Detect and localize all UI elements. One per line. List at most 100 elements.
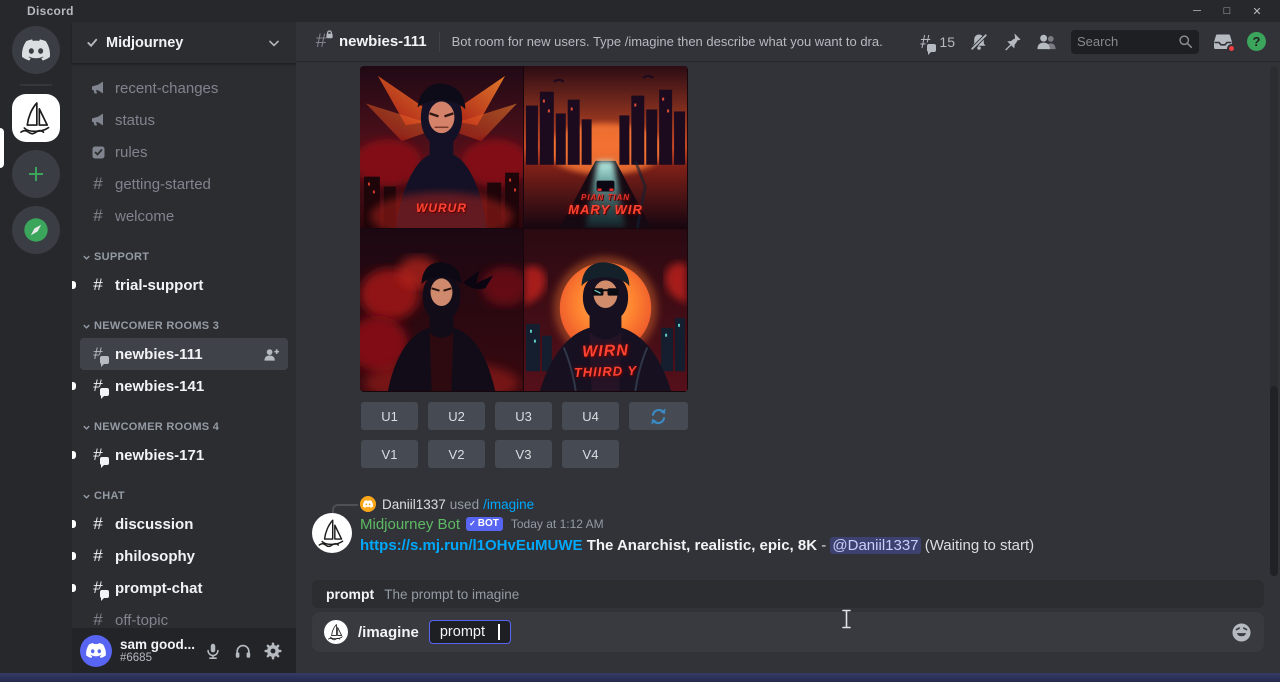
chat-scrollbar[interactable] bbox=[1270, 66, 1278, 576]
scrollbar-thumb[interactable] bbox=[1270, 386, 1278, 576]
variation-button-v4[interactable]: V4 bbox=[562, 440, 619, 468]
chat-column: # newbies-111 Bot room for new users. Ty… bbox=[296, 22, 1280, 673]
message-composer[interactable]: /imagine prompt bbox=[312, 612, 1264, 652]
channel-header: # newbies-111 Bot room for new users. Ty… bbox=[296, 22, 1280, 62]
user-mention[interactable]: @Daniil1337 bbox=[830, 537, 920, 554]
inbox-button[interactable] bbox=[1213, 32, 1233, 51]
help-button[interactable]: ? bbox=[1247, 32, 1266, 51]
channel-item-off-topic[interactable]: # off-topic bbox=[80, 604, 288, 628]
close-button[interactable]: ✕ bbox=[1244, 2, 1270, 20]
thread-count: 15 bbox=[939, 34, 955, 50]
user-info[interactable]: sam good... #6685 bbox=[120, 637, 196, 664]
message-author[interactable]: Midjourney Bot bbox=[360, 516, 460, 533]
username: sam good... bbox=[120, 637, 196, 652]
megaphone-icon bbox=[88, 110, 108, 130]
threads-button[interactable]: # 15 bbox=[915, 32, 955, 52]
os-taskbar[interactable] bbox=[0, 673, 1280, 682]
rail-divider bbox=[20, 84, 52, 86]
channel-item-getting-started[interactable]: # getting-started bbox=[80, 168, 288, 200]
hash-icon: # bbox=[88, 514, 108, 534]
reply-command[interactable]: /imagine bbox=[483, 497, 534, 512]
generated-image-tile-3[interactable] bbox=[360, 229, 523, 391]
user-discriminator: #6685 bbox=[120, 652, 196, 664]
category-support[interactable]: SUPPORT bbox=[72, 245, 296, 269]
search-bar[interactable] bbox=[1071, 30, 1199, 54]
category-chevron-icon bbox=[82, 492, 91, 501]
refresh-icon bbox=[649, 407, 668, 426]
category-newcomer-rooms-4[interactable]: NEWCOMER ROOMS 4 bbox=[72, 415, 296, 439]
channel-item-discussion[interactable]: # discussion bbox=[80, 508, 288, 540]
emoji-picker-button[interactable] bbox=[1231, 622, 1252, 643]
message-timestamp: Today at 1:12 AM bbox=[511, 517, 604, 531]
reply-username[interactable]: Daniil1337 bbox=[382, 497, 446, 512]
maximize-button[interactable]: □ bbox=[1214, 2, 1240, 20]
variation-button-v1[interactable]: V1 bbox=[361, 440, 418, 468]
server-header-dropdown[interactable]: Midjourney bbox=[72, 22, 296, 64]
channel-item-philosophy[interactable]: # philosophy bbox=[80, 540, 288, 572]
midjourney-image-grid[interactable]: WURUR bbox=[360, 66, 688, 392]
unread-indicator bbox=[72, 281, 76, 289]
channel-item-prompt-chat[interactable]: # prompt-chat bbox=[80, 572, 288, 604]
upscale-button-u3[interactable]: U3 bbox=[495, 402, 552, 430]
server-icon-midjourney[interactable] bbox=[12, 94, 60, 142]
thread-hash-icon: # bbox=[88, 445, 108, 465]
channel-item-newbies-171[interactable]: # newbies-171 bbox=[80, 439, 288, 471]
upscale-button-u2[interactable]: U2 bbox=[428, 402, 485, 430]
avatar[interactable] bbox=[312, 513, 352, 553]
deafen-button[interactable] bbox=[228, 636, 258, 666]
unread-indicator bbox=[72, 382, 76, 390]
compass-icon bbox=[23, 217, 49, 243]
variation-button-v2[interactable]: V2 bbox=[428, 440, 485, 468]
message-link[interactable]: https://s.mj.run/l1OHvEuMUWE bbox=[360, 537, 583, 554]
channel-item-newbies-111[interactable]: # newbies-111 bbox=[80, 338, 288, 370]
reroll-button[interactable] bbox=[629, 402, 688, 430]
headphones-icon bbox=[234, 642, 252, 660]
message-prompt-text: The Anarchist, realistic, epic, 8K bbox=[587, 537, 817, 554]
home-button[interactable] bbox=[12, 26, 60, 74]
upscale-button-u1[interactable]: U1 bbox=[361, 402, 418, 430]
unread-indicator bbox=[72, 584, 76, 592]
generated-image-tile-4[interactable]: WIRN THIIRD Y bbox=[524, 229, 687, 391]
reply-action: used bbox=[450, 497, 479, 512]
prompt-option-value[interactable]: prompt bbox=[440, 624, 485, 640]
gear-icon bbox=[264, 642, 282, 660]
upscale-button-u4[interactable]: U4 bbox=[562, 402, 619, 430]
create-invite-icon[interactable] bbox=[263, 347, 280, 362]
generated-image-tile-2[interactable]: PIAN TIAN MARY WIR bbox=[524, 66, 687, 228]
mic-button[interactable] bbox=[198, 636, 228, 666]
prompt-option-field[interactable]: prompt bbox=[429, 620, 511, 644]
channel-item-rules[interactable]: rules bbox=[80, 136, 288, 168]
variation-button-v3[interactable]: V3 bbox=[495, 440, 552, 468]
plus-icon bbox=[25, 163, 47, 185]
message-separator: - bbox=[821, 537, 826, 554]
channel-item-recent-changes[interactable]: recent-changes bbox=[80, 72, 288, 104]
avatar bbox=[324, 620, 348, 644]
channel-topic[interactable]: Bot room for new users. Type /imagine th… bbox=[452, 34, 884, 49]
command-option-hint[interactable]: prompt The prompt to imagine bbox=[312, 580, 1264, 608]
channel-item-status[interactable]: status bbox=[80, 104, 288, 136]
explore-servers-button[interactable] bbox=[12, 206, 60, 254]
minimize-button[interactable]: ─ bbox=[1184, 2, 1210, 20]
category-chat[interactable]: CHAT bbox=[72, 484, 296, 508]
avatar bbox=[360, 496, 376, 512]
generated-image-tile-1[interactable]: WURUR bbox=[360, 66, 523, 228]
search-input[interactable] bbox=[1077, 34, 1178, 49]
pinned-messages-button[interactable] bbox=[1003, 32, 1022, 51]
hash-lock-icon: # bbox=[310, 31, 332, 53]
member-list-button[interactable] bbox=[1036, 32, 1057, 51]
option-description: The prompt to imagine bbox=[384, 587, 519, 602]
unread-indicator bbox=[72, 520, 76, 528]
channel-item-welcome[interactable]: # welcome bbox=[80, 200, 288, 232]
settings-button[interactable] bbox=[258, 636, 288, 666]
category-newcomer-rooms-3[interactable]: NEWCOMER ROOMS 3 bbox=[72, 314, 296, 338]
thread-hash-icon: # bbox=[88, 344, 108, 364]
channel-item-trial-support[interactable]: # trial-support bbox=[80, 269, 288, 301]
reply-context[interactable]: Daniil1337 used /imagine bbox=[360, 496, 534, 512]
notifications-button[interactable] bbox=[969, 32, 989, 52]
channel-item-newbies-141[interactable]: # newbies-141 bbox=[80, 370, 288, 402]
add-server-button[interactable] bbox=[12, 150, 60, 198]
sailboat-icon bbox=[326, 622, 346, 642]
avatar[interactable] bbox=[80, 635, 112, 667]
category-chevron-icon bbox=[82, 253, 91, 262]
message-header: Midjourney Bot ✓ BOT Today at 1:12 AM bbox=[360, 514, 604, 534]
